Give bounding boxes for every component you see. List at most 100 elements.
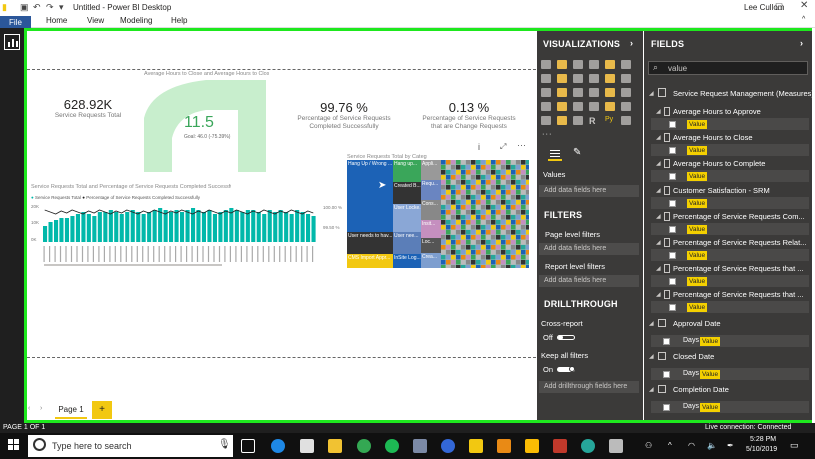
treemap-mini-cell[interactable] — [526, 160, 529, 165]
field-checkbox[interactable] — [669, 225, 676, 233]
combo-bar[interactable] — [152, 210, 157, 242]
treemap-mini-cell[interactable] — [501, 200, 506, 205]
treemap-mini-cell[interactable] — [501, 180, 506, 185]
slicer-icon[interactable] — [541, 116, 551, 125]
treemap-mini-cell[interactable] — [481, 230, 486, 235]
treemap-mini-cell[interactable] — [496, 225, 501, 230]
treemap-mini-cell[interactable] — [501, 230, 506, 235]
treemap-mini-cell[interactable] — [476, 265, 481, 268]
combo-bar[interactable] — [289, 214, 294, 242]
treemap-mini-cell[interactable] — [446, 230, 451, 235]
treemap-mini-cell[interactable] — [511, 200, 516, 205]
treemap-mini-cell[interactable] — [526, 260, 529, 265]
treemap-mini-cell[interactable] — [481, 215, 486, 220]
info-icon[interactable]: i — [478, 142, 480, 152]
treemap-mini-cell[interactable] — [456, 220, 461, 225]
treemap-small-cells[interactable] — [441, 160, 529, 268]
treemap-mini-cell[interactable] — [466, 225, 471, 230]
combo-bar[interactable] — [174, 210, 179, 242]
date-table-name[interactable]: Approval Date — [673, 319, 721, 328]
expand-measure-icon[interactable]: ◢ — [656, 239, 661, 246]
treemap-mini-cell[interactable] — [511, 175, 516, 180]
treemap-mini-cell[interactable] — [526, 195, 529, 200]
treemap-mini-cell[interactable] — [501, 175, 506, 180]
treemap-mini-cell[interactable] — [496, 180, 501, 185]
expand-table-icon[interactable]: ◢ — [649, 386, 654, 393]
treemap-mini-cell[interactable] — [481, 200, 486, 205]
combo-bar[interactable] — [64, 218, 69, 242]
combo-bar[interactable] — [300, 212, 305, 242]
treemap-mini-cell[interactable] — [461, 160, 466, 165]
treemap-mini-cell[interactable] — [441, 170, 446, 175]
treemap-mini-cell[interactable] — [461, 180, 466, 185]
treemap-mini-cell[interactable] — [466, 165, 471, 170]
treemap-mini-cell[interactable] — [521, 250, 526, 255]
treemap-mini-cell[interactable] — [516, 260, 521, 265]
collapse-visualizations-icon[interactable]: › — [630, 38, 633, 48]
treemap-mini-cell[interactable] — [466, 170, 471, 175]
treemap-mini-cell[interactable] — [446, 235, 451, 240]
app-teal-icon[interactable] — [581, 439, 595, 453]
donut-icon[interactable] — [589, 88, 599, 97]
treemap-mini-cell[interactable] — [471, 170, 476, 175]
combo-bar[interactable] — [306, 214, 311, 242]
treemap-mini-cell[interactable] — [471, 255, 476, 260]
treemap-mini-cell[interactable] — [496, 235, 501, 240]
treemap-mini-cell[interactable] — [471, 175, 476, 180]
treemap-mini-cell[interactable] — [511, 235, 516, 240]
treemap-mini-cell[interactable] — [446, 210, 451, 215]
treemap-mini-cell[interactable] — [466, 235, 471, 240]
days-field-name[interactable]: Days — [683, 337, 699, 344]
treemap-mini-cell[interactable] — [451, 260, 456, 265]
gauge-icon[interactable] — [573, 102, 583, 111]
stacked-area-icon[interactable] — [573, 74, 583, 83]
filled-map-icon[interactable] — [541, 102, 551, 111]
clustered-bar-icon[interactable] — [573, 60, 583, 69]
treemap-mini-cell[interactable] — [501, 225, 506, 230]
treemap-mini-cell[interactable] — [456, 210, 461, 215]
page-nav-next-icon[interactable]: › — [40, 405, 42, 412]
treemap-mini-cell[interactable] — [481, 165, 486, 170]
treemap-cell[interactable]: Appli... — [421, 160, 441, 180]
treemap-mini-cell[interactable] — [456, 190, 461, 195]
treemap-mini-cell[interactable] — [456, 250, 461, 255]
treemap-mini-cell[interactable] — [486, 190, 491, 195]
combo-bar[interactable] — [234, 210, 239, 242]
treemap-mini-cell[interactable] — [506, 255, 511, 260]
treemap-cell[interactable]: InSite Log... — [393, 254, 421, 268]
treemap-mini-cell[interactable] — [521, 230, 526, 235]
treemap-mini-cell[interactable] — [451, 205, 456, 210]
treemap-mini-cell[interactable] — [481, 235, 486, 240]
save-icon[interactable]: ▣ — [20, 2, 29, 13]
expand-measure-icon[interactable]: ◢ — [656, 187, 661, 194]
combo-bar[interactable] — [311, 216, 316, 242]
treemap-mini-cell[interactable] — [476, 210, 481, 215]
treemap-mini-cell[interactable] — [491, 215, 496, 220]
combo-bar[interactable] — [43, 226, 48, 242]
treemap-cell[interactable]: User Locke... — [393, 204, 421, 232]
combo-bar[interactable] — [163, 210, 168, 242]
treemap-mini-cell[interactable] — [521, 215, 526, 220]
treemap-mini-cell[interactable] — [491, 225, 496, 230]
treemap-mini-cell[interactable] — [496, 195, 501, 200]
treemap-mini-cell[interactable] — [486, 185, 491, 190]
field-checkbox[interactable] — [669, 278, 676, 286]
treemap-mini-cell[interactable] — [501, 165, 506, 170]
treemap-mini-cell[interactable] — [476, 245, 481, 250]
treemap-mini-cell[interactable] — [486, 220, 491, 225]
treemap-mini-cell[interactable] — [451, 195, 456, 200]
treemap-mini-cell[interactable] — [451, 165, 456, 170]
treemap-mini-cell[interactable] — [481, 255, 486, 260]
treemap-mini-cell[interactable] — [476, 240, 481, 245]
field-value-highlight[interactable]: Value — [687, 277, 708, 287]
treemap-mini-cell[interactable] — [521, 170, 526, 175]
combo-bar[interactable] — [185, 210, 190, 242]
treemap-mini-cell[interactable] — [501, 235, 506, 240]
field-checkbox[interactable] — [669, 121, 676, 128]
treemap-mini-cell[interactable] — [526, 190, 529, 195]
treemap-mini-cell[interactable] — [441, 175, 446, 180]
field-row[interactable] — [651, 368, 809, 380]
combo-bar[interactable] — [273, 212, 278, 242]
mail-icon[interactable] — [300, 439, 314, 453]
treemap-mini-cell[interactable] — [461, 210, 466, 215]
